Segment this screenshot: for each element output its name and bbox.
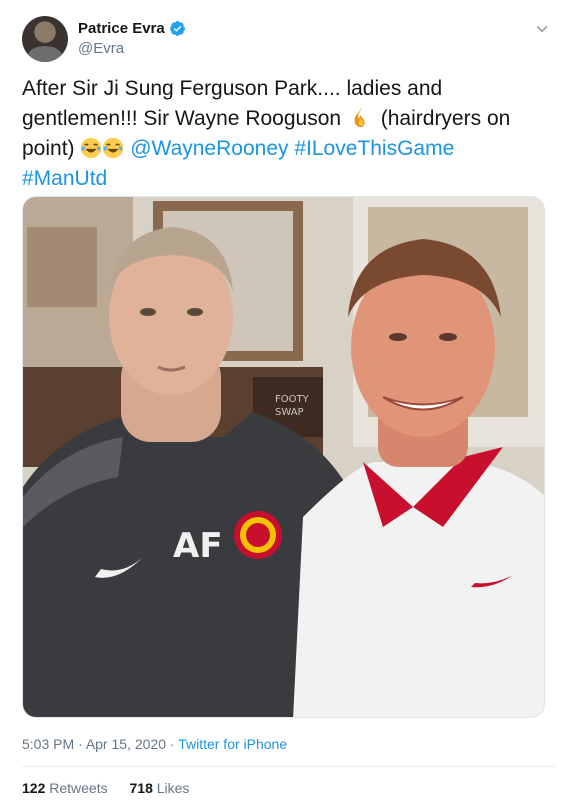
footy-swap-sign: FOOTY bbox=[275, 394, 310, 405]
tweet-photo[interactable]: FOOTY SWAP AF bbox=[22, 196, 545, 718]
mention-link[interactable]: @WayneRooney bbox=[130, 137, 288, 160]
retweets-stat[interactable]: 122 Retweets bbox=[22, 780, 108, 796]
chevron-down-icon[interactable] bbox=[533, 20, 551, 38]
likes-count: 718 bbox=[129, 780, 153, 796]
author-handle[interactable]: @Evra bbox=[78, 40, 124, 57]
avatar-shoulders bbox=[28, 46, 62, 62]
retweets-count: 122 bbox=[22, 780, 46, 796]
author-display-name[interactable]: Patrice Evra bbox=[78, 20, 165, 37]
likes-label: Likes bbox=[156, 780, 190, 796]
tweet-time[interactable]: 5:03 PM bbox=[22, 736, 74, 752]
tweet-header: Patrice Evra @Evra bbox=[22, 14, 555, 64]
tears-of-joy-emoji-icon bbox=[103, 137, 124, 159]
verified-badge-icon bbox=[169, 21, 185, 36]
tweet-meta: 5:03 PM · Apr 15, 2020 · Twitter for iPh… bbox=[22, 736, 287, 752]
tweet-text: After Sir Ji Sung Ferguson Park.... ladi… bbox=[22, 74, 552, 194]
svg-text:SWAP: SWAP bbox=[275, 407, 304, 418]
photo-illustration: FOOTY SWAP AF bbox=[23, 197, 544, 717]
shirt-initials: AF bbox=[173, 526, 223, 566]
tweet-stats: 122 Retweets 718 Likes bbox=[22, 780, 207, 796]
hashtag-link[interactable]: #ManUtd bbox=[22, 167, 107, 190]
hashtag-link[interactable]: #ILoveThisGame bbox=[294, 137, 454, 160]
divider bbox=[22, 766, 555, 767]
avatar[interactable] bbox=[22, 16, 68, 62]
fire-emoji-icon bbox=[354, 106, 365, 128]
tweet-text-part-1: After Sir Ji Sung Ferguson Park.... ladi… bbox=[22, 77, 443, 130]
likes-stat[interactable]: 718 Likes bbox=[130, 780, 190, 796]
author-name-row[interactable]: Patrice Evra bbox=[78, 20, 186, 37]
tears-of-joy-emoji-icon bbox=[81, 137, 102, 159]
retweets-label: Retweets bbox=[49, 780, 108, 796]
tweet-card: Patrice Evra @Evra After Sir Ji Sung Fer… bbox=[0, 0, 569, 800]
tweet-date[interactable]: Apr 15, 2020 bbox=[86, 736, 166, 752]
meta-separator: · bbox=[74, 736, 86, 752]
tweet-source-link[interactable]: Twitter for iPhone bbox=[178, 736, 287, 752]
meta-separator: · bbox=[165, 736, 179, 752]
